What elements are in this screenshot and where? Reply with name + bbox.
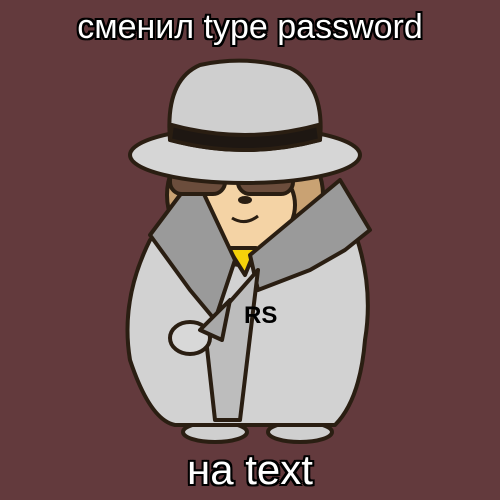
bottom-caption: на text	[187, 446, 313, 493]
coat-badge-text: RS	[244, 302, 278, 329]
detective-sloth-illustration	[125, 58, 372, 444]
top-caption: сменил type password	[77, 8, 423, 46]
